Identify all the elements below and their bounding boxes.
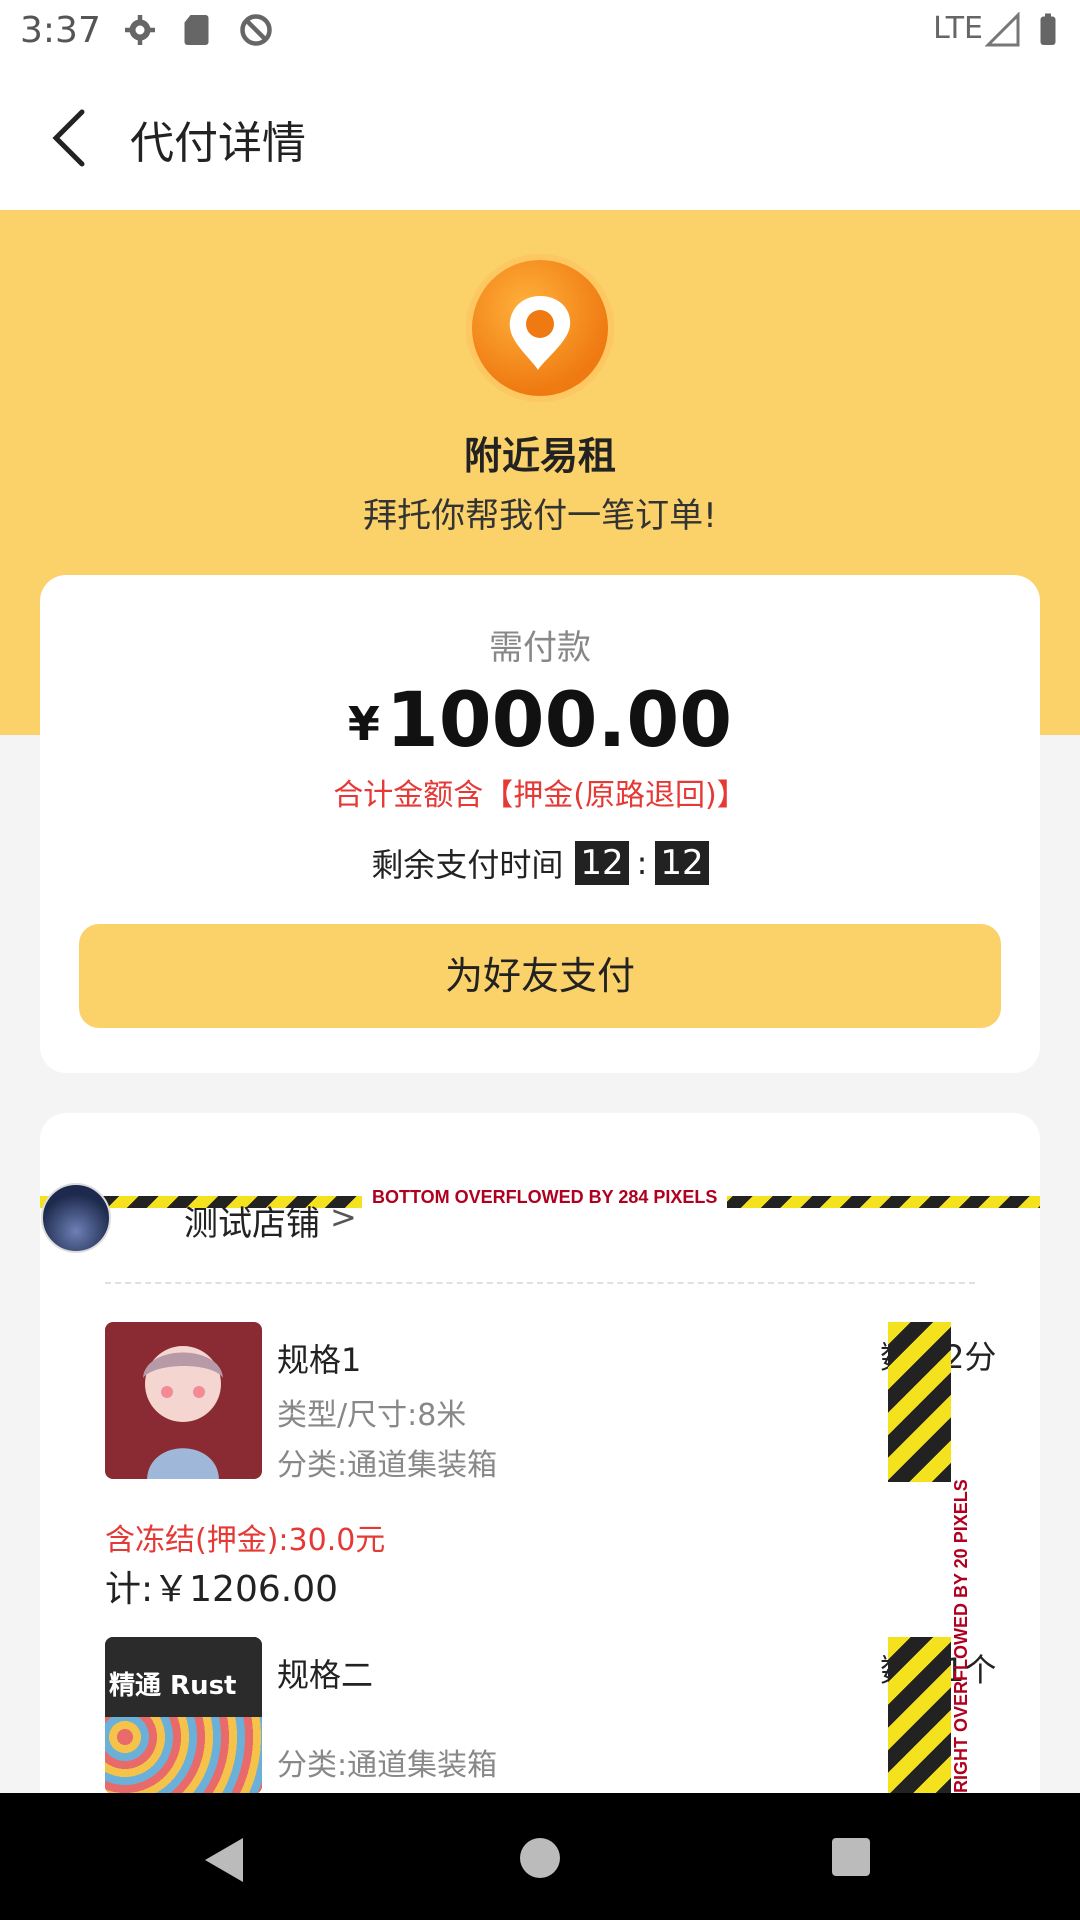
signal-icon xyxy=(985,12,1020,47)
back-arrow-icon[interactable] xyxy=(40,102,104,174)
countdown-label: 剩余支付时间 xyxy=(371,846,564,884)
item-type: 类型/尺寸:8米 xyxy=(277,1398,467,1433)
data-saver-icon xyxy=(240,14,272,46)
avatar-illustration-icon xyxy=(143,1346,223,1479)
amount-value: 1000.00 xyxy=(385,675,733,764)
overflow-label-right: RIGHT OVERFLOWED BY 20 PIXELS xyxy=(951,1479,971,1793)
nav-home-icon[interactable] xyxy=(520,1838,560,1878)
nav-back-icon[interactable] xyxy=(205,1838,243,1882)
nav-recent-apps-icon[interactable] xyxy=(832,1838,870,1876)
sd-card-icon xyxy=(184,15,209,45)
deposit-note: 合计金额含【押金(原路退回)】 xyxy=(333,778,747,813)
item-image xyxy=(105,1322,262,1479)
item-title: 规格1 xyxy=(277,1341,362,1379)
countdown-colon: : xyxy=(636,844,648,882)
countdown-seconds: 12 xyxy=(655,841,709,885)
page-title: 代付详情 xyxy=(130,118,306,169)
item-deposit: 含冻结(押金):30.0元 xyxy=(105,1523,386,1558)
overflow-indicator-right xyxy=(888,1637,951,1793)
shop-name: 测试店铺 xyxy=(184,1204,320,1244)
status-bar: 3:37 LTE xyxy=(0,0,1080,62)
item-title: 规格二 xyxy=(277,1656,374,1694)
app-logo xyxy=(472,260,608,396)
chevron-right-icon: > xyxy=(330,1198,357,1236)
item-category: 分类:通道集装箱 xyxy=(277,1748,498,1783)
payment-card: 需付款 ¥1000.00 合计金额含【押金(原路退回)】 剩余支付时间 12:12… xyxy=(40,575,1040,1073)
countdown: 剩余支付时间 12:12 xyxy=(40,840,1040,886)
item-subtotal: 计:￥1206.00 xyxy=(105,1569,338,1610)
request-message: 拜托你帮我付一笔订单! xyxy=(363,496,717,536)
countdown-minutes: 12 xyxy=(575,841,629,885)
status-time: 3:37 xyxy=(20,10,101,51)
item-category: 分类:通道集装箱 xyxy=(277,1448,498,1483)
battery-icon xyxy=(1040,13,1056,45)
divider xyxy=(105,1282,975,1284)
overflow-indicator-right xyxy=(888,1322,951,1482)
pay-for-friend-button[interactable]: 为好友支付 xyxy=(79,924,1001,1028)
item-image: 精通 Rust xyxy=(105,1637,262,1794)
shop-avatar xyxy=(41,1183,111,1253)
currency-symbol: ¥ xyxy=(347,697,380,751)
app-bar: 代付详情 xyxy=(0,62,1080,210)
system-nav-bar xyxy=(0,1793,1080,1920)
amount-row: ¥1000.00 xyxy=(40,675,1040,764)
book-cover-title: 精通 Rust xyxy=(109,1671,237,1701)
amount-due-label: 需付款 xyxy=(489,628,591,668)
location-pin-icon xyxy=(509,296,571,370)
app-name: 附近易租 xyxy=(463,434,616,478)
settings-icon xyxy=(125,15,155,45)
network-type: LTE xyxy=(933,11,983,46)
